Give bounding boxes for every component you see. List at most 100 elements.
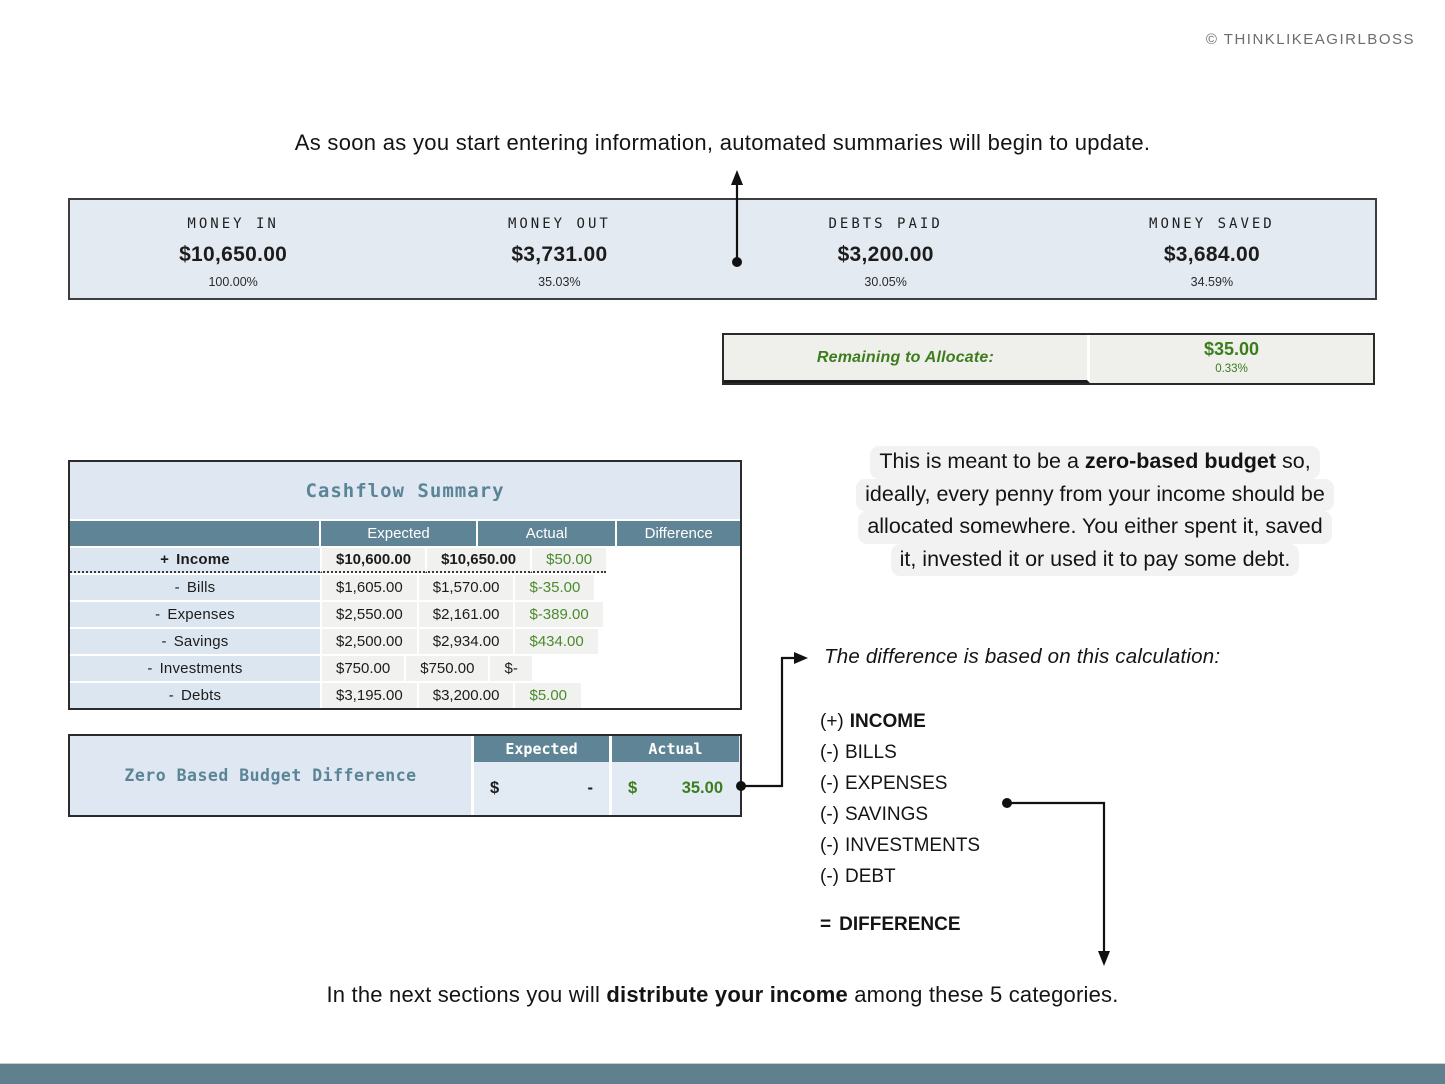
table-row-savings[interactable]: -Savings $2,500.00 $2,934.00 $434.00 (70, 627, 740, 654)
difference-cell: $434.00 (513, 629, 597, 654)
remaining-label-cell: Remaining to Allocate: (724, 335, 1090, 383)
table-row-bills[interactable]: -Bills $1,605.00 $1,570.00 $-35.00 (70, 573, 740, 600)
actual-cell[interactable]: $10,650.00 (425, 548, 530, 573)
expected-cell[interactable]: $2,550.00 (320, 602, 417, 627)
remaining-to-allocate-box: Remaining to Allocate: $35.00 0.33% (722, 333, 1375, 385)
currency-symbol: $ (529, 606, 537, 623)
zero-based-expected-header: Expected (474, 736, 609, 762)
zero-based-paragraph: This is meant to be a zero-based budget … (795, 446, 1395, 576)
budget-tutorial-page: © THINKLIKEAGIRLBOSS As soon as you star… (0, 0, 1445, 1084)
zero-based-actual-col: Actual $35.00 (612, 736, 739, 815)
calc-item-income: (+)INCOME (820, 706, 980, 737)
row-label: -Expenses (70, 602, 320, 627)
zero-based-label: Zero Based Budget Difference (124, 766, 416, 785)
cashflow-title: Cashflow Summary (70, 462, 740, 519)
difference-cell: $-389.00 (513, 602, 602, 627)
table-row-investments[interactable]: -Investments $750.00 $750.00 $- (70, 654, 740, 681)
paragraph-line: This is meant to be a zero-based budget … (870, 446, 1319, 479)
summary-label: DEBTS PAID (723, 216, 1049, 232)
arrow-table-to-note (736, 652, 808, 791)
cashflow-header-empty (70, 521, 319, 546)
calc-result-difference: =DIFFERENCE (820, 909, 980, 940)
calc-item-savings: (-)SAVINGS (820, 799, 980, 830)
currency-symbol: $ (546, 551, 554, 568)
cashflow-summary-table: Cashflow Summary Expected Actual Differe… (68, 460, 742, 710)
arrow-calc-to-bottom (1002, 798, 1110, 966)
expected-cell[interactable]: $2,500.00 (320, 629, 417, 654)
summary-label: MONEY SAVED (1049, 216, 1375, 232)
summary-bar: MONEY IN $10,650.00 100.00% MONEY OUT $3… (68, 198, 1377, 300)
calculation-note: The difference is based on this calculat… (824, 645, 1220, 669)
row-label: +Income (70, 548, 320, 573)
expected-cell[interactable]: $1,605.00 (320, 575, 417, 600)
row-label: -Investments (70, 656, 320, 681)
actual-cell[interactable]: $750.00 (404, 656, 488, 681)
currency-symbol: $ (529, 633, 537, 650)
cashflow-header-expected: Expected (319, 521, 476, 546)
cashflow-header-difference: Difference (615, 521, 740, 546)
difference-cell: $50.00 (530, 548, 606, 573)
zero-based-actual-header: Actual (612, 736, 739, 762)
summary-debts-paid: DEBTS PAID $3,200.00 30.05% (723, 200, 1049, 298)
summary-percent: 34.59% (1049, 275, 1375, 289)
currency-symbol: $ (504, 660, 512, 677)
summary-money-out: MONEY OUT $3,731.00 35.03% (396, 200, 722, 298)
expected-cell[interactable]: $10,600.00 (320, 548, 425, 573)
remaining-percent: 0.33% (1090, 363, 1373, 375)
currency-symbol: $ (336, 579, 344, 596)
calc-item-expenses: (-)EXPENSES (820, 768, 980, 799)
bottom-accent-bar (0, 1063, 1445, 1084)
currency-symbol: $ (433, 633, 441, 650)
currency-symbol: $ (441, 551, 449, 568)
remaining-value: $35.00 (1090, 339, 1373, 360)
expected-cell[interactable]: $3,195.00 (320, 683, 417, 708)
zero-based-expected-col: Expected $- (474, 736, 612, 815)
summary-percent: 35.03% (396, 275, 722, 289)
zero-based-difference-table: Zero Based Budget Difference Expected $-… (68, 734, 742, 817)
difference-cell: $5.00 (513, 683, 581, 708)
page-headline: As soon as you start entering informatio… (0, 130, 1445, 156)
calc-item-debt: (-)DEBT (820, 861, 980, 892)
table-row-income[interactable]: +Income $10,600.00 $10,650.00 $50.00 (70, 546, 740, 573)
currency-symbol: $ (420, 660, 428, 677)
paragraph-line: allocated somewhere. You either spent it… (858, 511, 1331, 544)
summary-percent: 100.00% (70, 275, 396, 289)
summary-value: $3,731.00 (396, 243, 722, 267)
currency-symbol: $ (628, 779, 637, 798)
actual-cell[interactable]: $1,570.00 (417, 575, 514, 600)
currency-symbol: $ (433, 606, 441, 623)
table-row-debts[interactable]: -Debts $3,195.00 $3,200.00 $5.00 (70, 681, 740, 708)
currency-symbol: $ (336, 633, 344, 650)
calc-item-bills: (-)BILLS (820, 737, 980, 768)
zero-based-expected-value-cell[interactable]: $- (474, 762, 609, 815)
actual-cell[interactable]: $3,200.00 (417, 683, 514, 708)
currency-symbol: $ (433, 687, 441, 704)
actual-cell[interactable]: $2,934.00 (417, 629, 514, 654)
difference-cell: $- (488, 656, 531, 681)
expected-cell[interactable]: $750.00 (320, 656, 404, 681)
currency-symbol: $ (490, 779, 499, 798)
remaining-value-cell: $35.00 0.33% (1090, 335, 1373, 383)
summary-money-saved: MONEY SAVED $3,684.00 34.59% (1049, 200, 1375, 298)
table-row-expenses[interactable]: -Expenses $2,550.00 $2,161.00 $-389.00 (70, 600, 740, 627)
currency-symbol: $ (529, 579, 537, 596)
summary-value: $3,200.00 (723, 243, 1049, 267)
zero-based-actual-value-cell[interactable]: $35.00 (612, 762, 739, 815)
summary-percent: 30.05% (723, 275, 1049, 289)
summary-value: $3,684.00 (1049, 243, 1375, 267)
calculation-list: (+)INCOME (-)BILLS (-)EXPENSES (-)SAVING… (820, 706, 980, 940)
bottom-instruction: In the next sections you will distribute… (0, 982, 1445, 1008)
summary-label: MONEY IN (70, 216, 396, 232)
summary-value: $10,650.00 (70, 243, 396, 267)
summary-money-in: MONEY IN $10,650.00 100.00% (70, 200, 396, 298)
actual-cell[interactable]: $2,161.00 (417, 602, 514, 627)
zero-based-label-cell: Zero Based Budget Difference (70, 736, 474, 815)
row-label: -Savings (70, 629, 320, 654)
row-label: -Debts (70, 683, 320, 708)
paragraph-line: it, invested it or used it to pay some d… (891, 544, 1300, 577)
currency-symbol: $ (336, 551, 344, 568)
paragraph-line: ideally, every penny from your income sh… (856, 479, 1334, 512)
cashflow-header-row: Expected Actual Difference (70, 519, 740, 546)
currency-symbol: $ (433, 579, 441, 596)
currency-symbol: $ (336, 606, 344, 623)
